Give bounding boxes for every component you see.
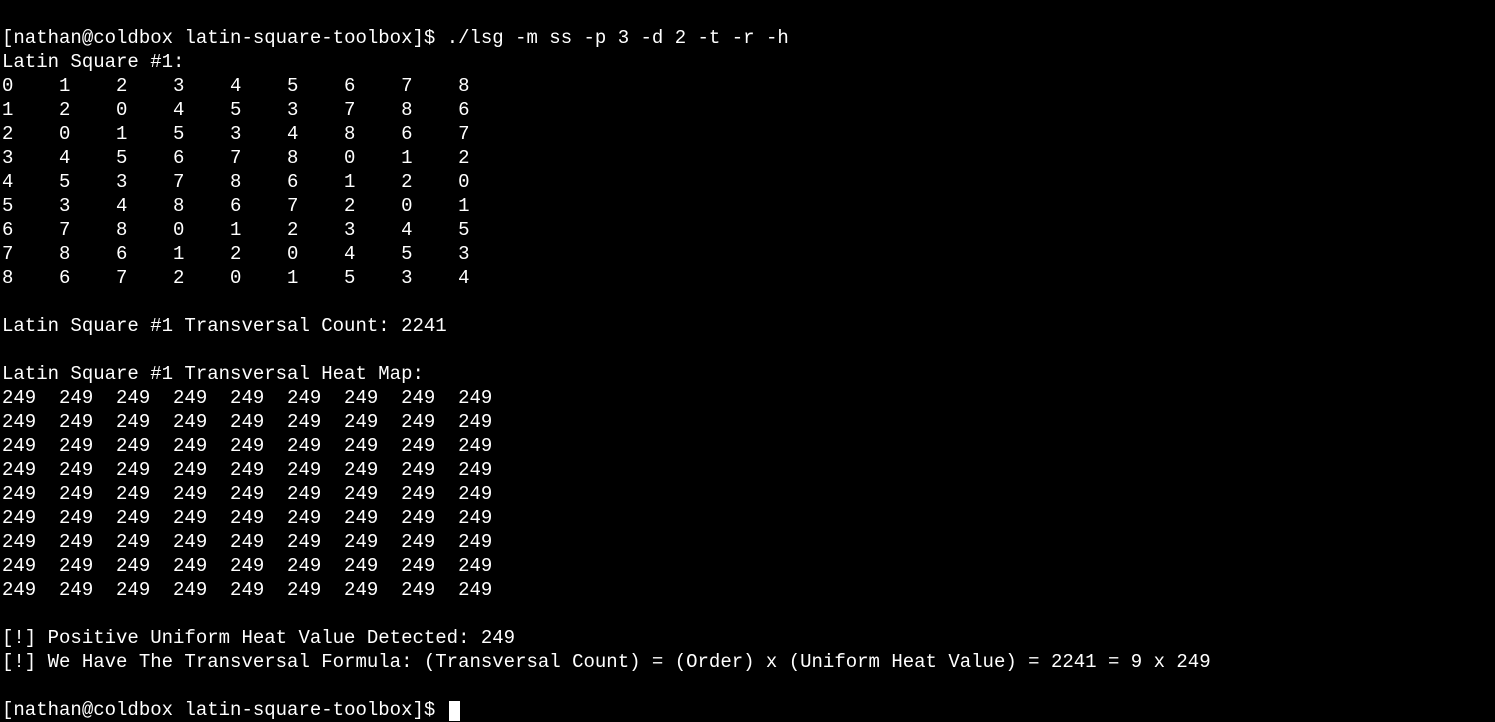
- heatmap-row: 249 249 249 249 249 249 249 249 249: [2, 507, 492, 529]
- cursor-icon: [449, 701, 460, 721]
- heatmap-row: 249 249 249 249 249 249 249 249 249: [2, 435, 492, 457]
- prompt-user-host: [nathan@coldbox: [2, 699, 173, 721]
- square-row: 1 2 0 4 5 3 7 8 6: [2, 99, 469, 121]
- terminal-output[interactable]: [nathan@coldbox latin-square-toolbox]$ .…: [2, 2, 1493, 722]
- square-row: 4 5 3 7 8 6 1 2 0: [2, 171, 469, 193]
- heatmap-header: Latin Square #1 Transversal Heat Map:: [2, 363, 424, 385]
- prompt-line-1: [nathan@coldbox latin-square-toolbox]$ .…: [2, 27, 789, 49]
- prompt-user-host: [nathan@coldbox: [2, 27, 173, 49]
- square-row: 5 3 4 8 6 7 2 0 1: [2, 195, 469, 217]
- square-row: 6 7 8 0 1 2 3 4 5: [2, 219, 469, 241]
- heatmap-row: 249 249 249 249 249 249 249 249 249: [2, 555, 492, 577]
- heatmap-row: 249 249 249 249 249 249 249 249 249: [2, 579, 492, 601]
- heatmap-row: 249 249 249 249 249 249 249 249 249: [2, 459, 492, 481]
- heatmap-row: 249 249 249 249 249 249 249 249 249: [2, 387, 492, 409]
- square-header: Latin Square #1:: [2, 51, 184, 73]
- command-text: ./lsg -m ss -p 3 -d 2 -t -r -h: [447, 27, 789, 49]
- heatmap-row: 249 249 249 249 249 249 249 249 249: [2, 531, 492, 553]
- square-row: 7 8 6 1 2 0 4 5 3: [2, 243, 469, 265]
- formula-message: [!] We Have The Transversal Formula: (Tr…: [2, 651, 1211, 673]
- heatmap-row: 249 249 249 249 249 249 249 249 249: [2, 411, 492, 433]
- transversal-count: Latin Square #1 Transversal Count: 2241: [2, 315, 447, 337]
- square-row: 0 1 2 3 4 5 6 7 8: [2, 75, 469, 97]
- heatmap-row: 249 249 249 249 249 249 249 249 249: [2, 483, 492, 505]
- prompt-dir: latin-square-toolbox]$: [184, 27, 435, 49]
- prompt-dir: latin-square-toolbox]$: [184, 699, 435, 721]
- prompt-line-2[interactable]: [nathan@coldbox latin-square-toolbox]$: [2, 699, 460, 721]
- detection-message: [!] Positive Uniform Heat Value Detected…: [2, 627, 515, 649]
- square-row: 8 6 7 2 0 1 5 3 4: [2, 267, 469, 289]
- square-row: 2 0 1 5 3 4 8 6 7: [2, 123, 469, 145]
- square-row: 3 4 5 6 7 8 0 1 2: [2, 147, 469, 169]
